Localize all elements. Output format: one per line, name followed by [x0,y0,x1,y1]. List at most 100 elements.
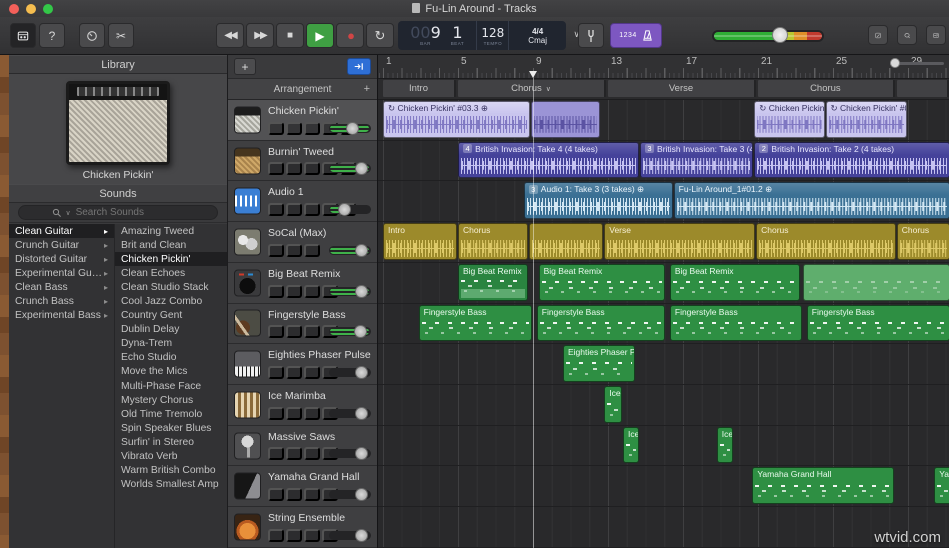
region[interactable]: Intro [383,223,457,260]
region[interactable]: Ice [717,427,733,464]
volume-slider[interactable] [329,246,371,255]
volume-slider[interactable] [329,164,371,173]
search-input[interactable] [74,206,184,219]
rewind-button[interactable]: ◀◀ [216,23,244,48]
region[interactable]: Chorus [756,223,896,260]
volume-slider[interactable] [329,531,371,540]
category-item[interactable]: Crunch Bass▸ [9,294,114,308]
lock-button[interactable] [304,122,320,135]
region[interactable] [529,223,603,260]
quick-help-button[interactable]: ? [39,23,65,48]
track-header[interactable]: Burnin' Tweed [228,141,377,182]
region[interactable]: Ice [604,386,622,423]
patch-item[interactable]: Cool Jazz Combo [115,294,227,308]
lock-button[interactable] [304,366,320,379]
region[interactable]: 3Audio 1: Take 3 (3 takes) ⊕ [524,182,673,219]
mute-button[interactable] [268,162,284,175]
catch-playhead-button[interactable] [347,58,371,75]
mute-button[interactable] [268,122,284,135]
zoom-button[interactable] [43,4,53,14]
play-button[interactable]: ▶ [306,23,334,48]
search-scope-chevron-icon[interactable]: ∨ [65,209,70,217]
forward-button[interactable]: ▶▶ [246,23,274,48]
solo-button[interactable] [286,122,302,135]
region[interactable]: ↻ Chicken Pickin' # [754,101,824,138]
patch-item[interactable]: Chicken Pickin' [115,252,227,266]
editors-button[interactable]: ✂ [108,23,134,48]
mute-button[interactable] [268,407,284,420]
category-item[interactable]: Clean Bass▸ [9,280,114,294]
mute-button[interactable] [268,325,284,338]
cycle-button[interactable]: ↻ [366,23,394,48]
chevron-down-icon[interactable]: ∨ [546,85,551,93]
volume-knob[interactable] [354,325,367,338]
solo-button[interactable] [286,529,302,542]
playhead-marker[interactable] [529,71,537,78]
patch-item[interactable]: Amazing Tweed [115,224,227,238]
patch-item[interactable]: Clean Studio Stack [115,280,227,294]
lock-button[interactable] [304,407,320,420]
patch-item[interactable]: Dublin Delay [115,323,227,337]
count-in-button[interactable]: 1234 [610,23,662,48]
lock-button[interactable] [304,244,320,257]
patch-item[interactable]: Move the Mics [115,365,227,379]
volume-knob[interactable] [355,407,368,420]
bar-ruler[interactable]: 1591317212529 [378,55,949,79]
volume-knob[interactable] [355,285,368,298]
zoom-slider-knob[interactable] [890,58,900,68]
arrangement-section[interactable]: Verse [608,80,756,97]
category-item[interactable]: Clean Guitar▸ [9,224,114,238]
solo-button[interactable] [286,447,302,460]
category-item[interactable]: Experimental Guitar▸ [9,266,114,280]
patch-item[interactable]: Multi-Phase Face [115,379,227,393]
region[interactable] [531,101,599,138]
patch-item[interactable]: Brit and Clean [115,238,227,252]
lcd-tempo[interactable]: 128 TEMPO [476,21,508,50]
volume-slider[interactable] [329,368,371,377]
volume-knob[interactable] [355,162,368,175]
lock-button[interactable] [304,285,320,298]
timeline-area[interactable]: 1591317212529 IntroChorus∨VerseChorus ↻ … [378,55,949,548]
volume-slider[interactable] [329,327,371,336]
volume-slider[interactable] [329,205,371,214]
volume-knob[interactable] [355,447,368,460]
solo-button[interactable] [286,203,302,216]
track-header[interactable]: SoCal (Max) [228,222,377,263]
minimize-button[interactable] [26,4,36,14]
master-volume-slider[interactable] [712,30,824,42]
lock-button[interactable] [304,325,320,338]
solo-button[interactable] [286,488,302,501]
region[interactable]: 3British Invasion: Take 3 (4 takes) [640,142,753,179]
close-button[interactable] [9,4,19,14]
mute-button[interactable] [268,285,284,298]
category-item[interactable]: Distorted Guitar▸ [9,252,114,266]
track-header[interactable]: Fingerstyle Bass [228,304,377,345]
patch-item[interactable]: Vibrato Verb [115,450,227,464]
mute-button[interactable] [268,366,284,379]
mute-button[interactable] [268,244,284,257]
mute-button[interactable] [268,529,284,542]
arrangement-section[interactable]: Intro [383,80,456,97]
region[interactable]: ↻ Chicken Pickin' #03.12 ⊕ [826,101,908,138]
region[interactable]: Yamaha Grand Hall [752,467,894,504]
volume-slider[interactable] [329,287,371,296]
patch-item[interactable]: Country Gent [115,309,227,323]
add-track-button[interactable]: + [234,58,256,75]
arrangement-section[interactable] [897,80,949,97]
patch-item[interactable]: Echo Studio [115,351,227,365]
region[interactable]: Verse [604,223,755,260]
region[interactable]: Fu-Lin Around_1#01.2 ⊕ [674,182,949,219]
patch-item[interactable]: Old Time Tremolo [115,407,227,421]
patch-item[interactable]: Mystery Chorus [115,393,227,407]
solo-button[interactable] [286,244,302,257]
region[interactable]: Fingerstyle Bass [419,305,532,342]
smart-controls-button[interactable] [79,23,105,48]
patch-item[interactable]: Clean Echoes [115,266,227,280]
volume-knob[interactable] [346,122,359,135]
solo-button[interactable] [286,285,302,298]
lcd-display[interactable]: 009 BAR 1 BEAT 128 TEMPO 4/4Cmaj ∨ [398,21,566,50]
loop-browser-button[interactable] [897,25,917,45]
search-sounds-field[interactable]: ∨ [18,205,218,220]
library-button[interactable] [10,23,36,48]
volume-slider[interactable] [329,124,371,133]
